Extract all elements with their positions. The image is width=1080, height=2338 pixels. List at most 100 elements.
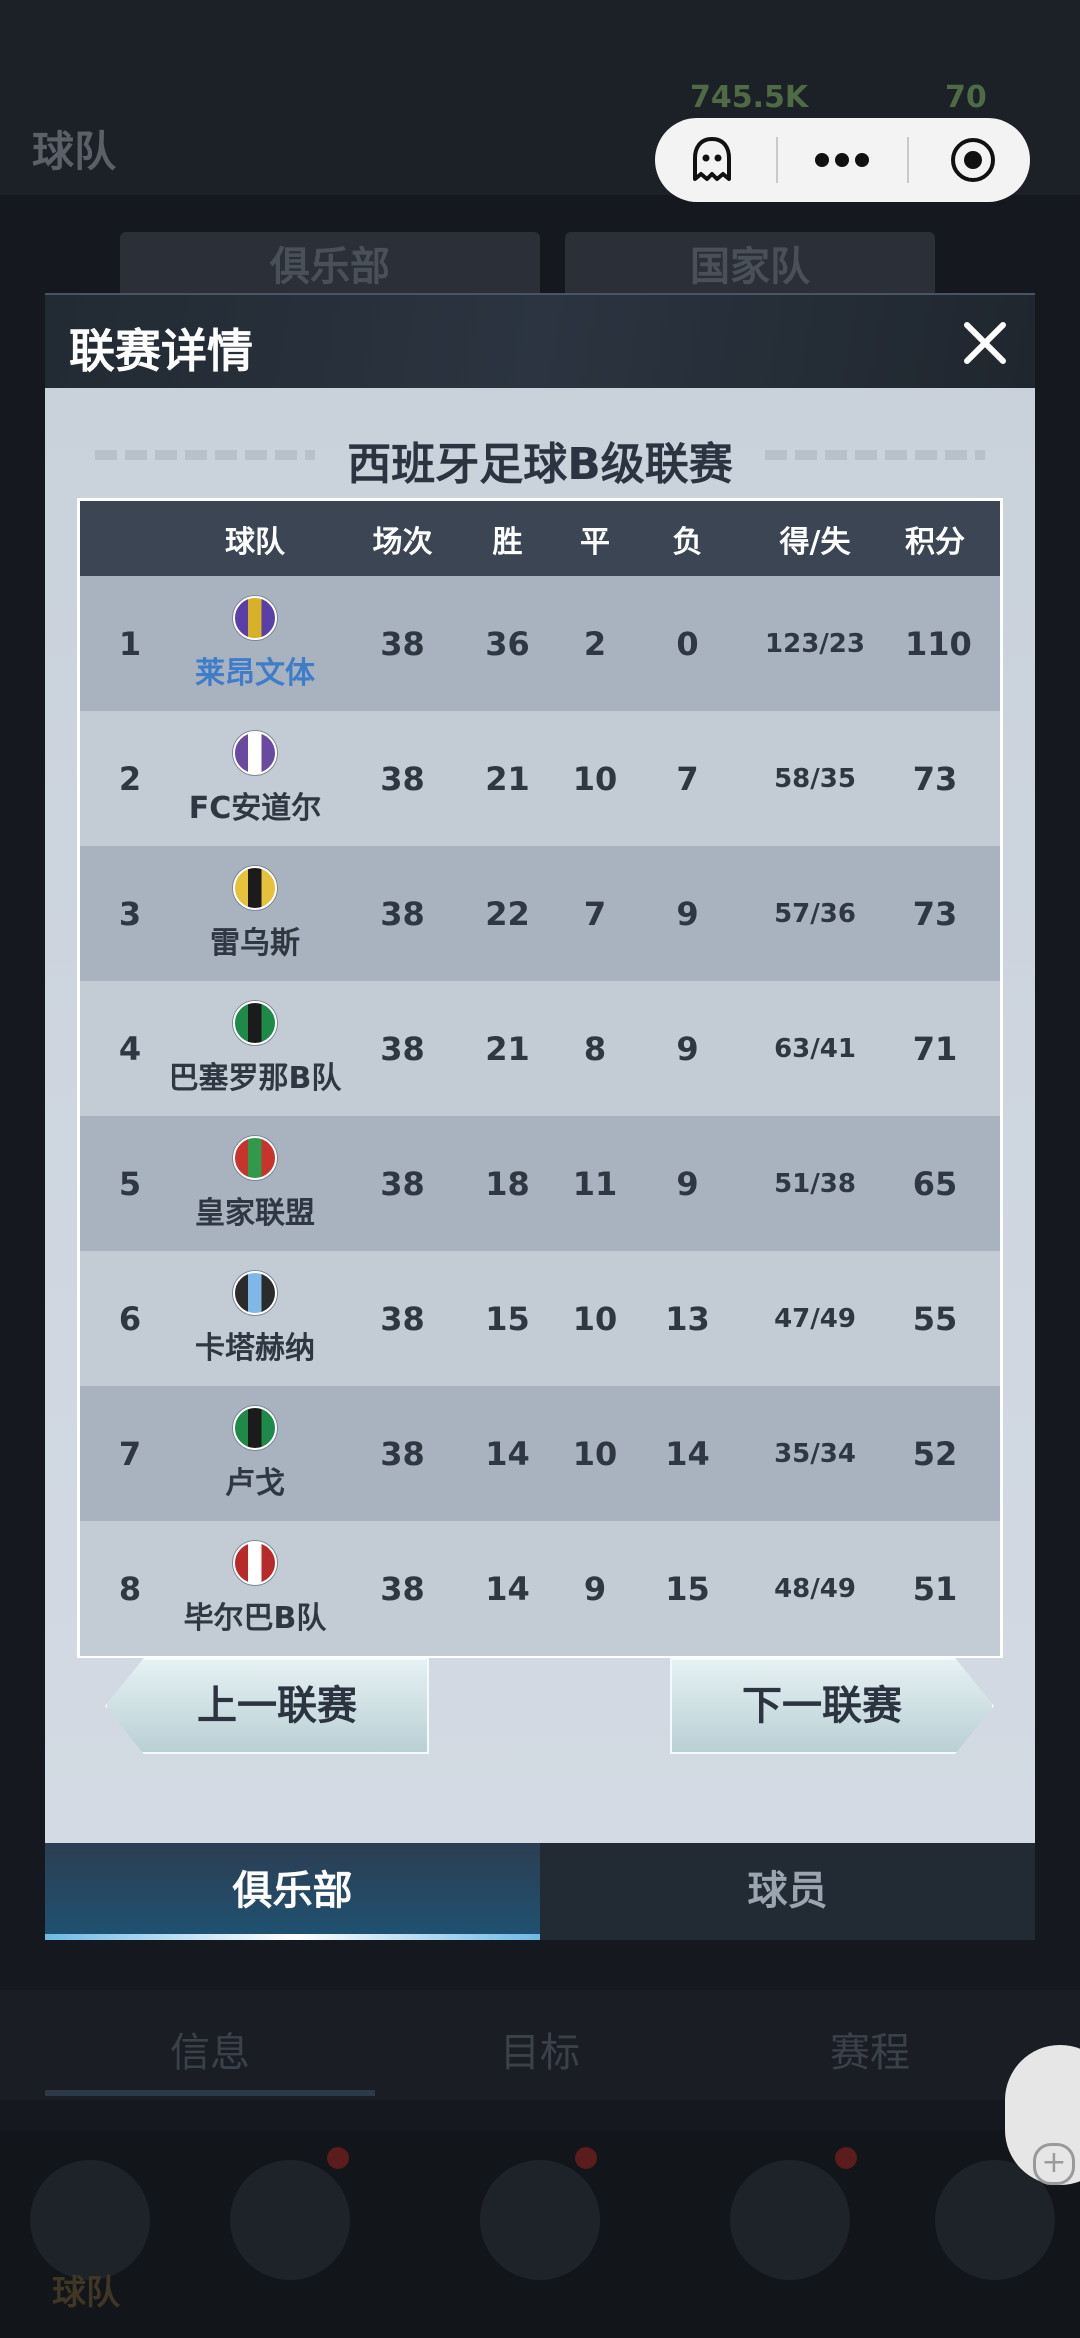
table-row[interactable]: 7 卢戈 38 14 10 14 35/34 52 [80, 1386, 1000, 1521]
drawn: 10 [572, 759, 618, 798]
played: 38 [380, 894, 425, 933]
drawn: 10 [572, 1434, 618, 1473]
lost: 9 [676, 1029, 699, 1068]
rank: 8 [118, 1569, 142, 1608]
rank: 4 [118, 1029, 142, 1068]
drawn: 11 [572, 1164, 618, 1203]
coin-balance: 745.5K [690, 80, 809, 115]
miniprogram-capsule [655, 118, 1030, 202]
drawn: 9 [583, 1569, 607, 1608]
close-miniprogram-button[interactable] [923, 118, 1023, 202]
played: 38 [380, 624, 425, 663]
team-crest-icon [233, 1000, 277, 1045]
goals: 51/38 [774, 1168, 856, 1199]
team-crest-icon [233, 730, 277, 775]
header-won: 胜 [492, 524, 523, 560]
lost: 13 [665, 1299, 710, 1338]
capsule-divider [906, 137, 909, 183]
lost: 0 [676, 624, 699, 663]
won: 21 [485, 759, 530, 798]
table-row[interactable]: 1 莱昂文体 38 36 2 0 123/23 110 [80, 576, 1000, 711]
tab-club[interactable]: 俱乐部 [45, 1843, 540, 1940]
notification-dot [835, 2147, 857, 2169]
table-row[interactable]: 2 FC安道尔 38 21 10 7 58/35 73 [80, 711, 1000, 846]
won: 14 [485, 1434, 530, 1473]
rank: 7 [118, 1434, 142, 1473]
ghost-button[interactable] [662, 118, 762, 202]
team-name: 皇家联盟 [195, 1195, 315, 1231]
team-crest-icon [233, 1405, 277, 1450]
team-nav-icon [30, 2160, 150, 2280]
modal-header: 联赛详情 [45, 293, 1035, 390]
won: 36 [485, 624, 530, 663]
table-row[interactable]: 6 卡塔赫纳 38 15 10 13 47/49 55 [80, 1251, 1000, 1386]
modal-title: 联赛详情 [69, 324, 253, 378]
goals: 57/36 [774, 898, 856, 929]
floating-add-button[interactable]: + [1005, 2045, 1080, 2185]
header-points: 积分 [905, 524, 965, 560]
tab-club-label: 俱乐部 [232, 1868, 353, 1914]
lost: 14 [665, 1434, 710, 1473]
team-crest-icon [233, 1540, 277, 1585]
team-crest-icon [233, 865, 277, 910]
table-row[interactable]: 8 毕尔巴B队 38 14 9 15 48/49 51 [80, 1521, 1000, 1656]
team-name: 莱昂文体 [195, 655, 315, 691]
points: 73 [912, 894, 958, 933]
points: 55 [912, 1299, 958, 1338]
modal-body: 西班牙足球B级联赛 球队 场次 胜 平 负 得/失 积分 1 莱昂文体 38 3… [45, 388, 1035, 1843]
table-row[interactable]: 5 皇家联盟 38 18 11 9 51/38 65 [80, 1116, 1000, 1251]
more-dots-icon [815, 153, 870, 167]
close-icon [964, 322, 1006, 364]
goals: 123/23 [765, 628, 865, 659]
title-decoration-right [765, 450, 985, 460]
notification-dot [327, 2147, 349, 2169]
ghost-icon [693, 137, 732, 181]
team-name: 巴塞罗那B队 [168, 1060, 342, 1096]
team-crest-icon [233, 1270, 277, 1315]
points: 51 [912, 1569, 958, 1608]
team-name: FC安道尔 [188, 790, 322, 826]
rank: 5 [118, 1164, 142, 1203]
goals: 58/35 [774, 763, 856, 794]
header-team: 球队 [225, 524, 285, 560]
header-goals: 得/失 [779, 524, 851, 560]
header-played: 场次 [372, 524, 433, 560]
next-league-button[interactable]: 下一联赛 [670, 1658, 994, 1754]
goals: 48/49 [774, 1573, 856, 1604]
modal-tabs: 俱乐部 球员 [45, 1843, 1035, 1940]
league-name: 西班牙足球B级联赛 [347, 439, 733, 490]
rank: 6 [118, 1299, 142, 1338]
gem-balance: 70 [945, 80, 987, 115]
tab-players[interactable]: 球员 [540, 1843, 1035, 1940]
plus-icon: + [1033, 2143, 1075, 2185]
points: 52 [912, 1434, 958, 1473]
lost: 7 [676, 759, 699, 798]
active-tab-indicator [45, 1934, 540, 1940]
team-name: 卢戈 [225, 1465, 285, 1501]
played: 38 [380, 1569, 425, 1608]
close-button[interactable] [955, 313, 1015, 373]
nav-label-team: 球队 [52, 2273, 120, 2313]
tab-schedule: 赛程 [830, 2030, 910, 2076]
lost: 15 [665, 1569, 710, 1608]
header-drawn: 平 [580, 524, 610, 560]
won: 21 [485, 1029, 530, 1068]
table-row[interactable]: 4 巴塞罗那B队 38 21 8 9 63/41 71 [80, 981, 1000, 1116]
lost: 9 [676, 894, 699, 933]
played: 38 [380, 759, 425, 798]
notification-dot [575, 2147, 597, 2169]
won: 15 [485, 1299, 530, 1338]
points: 110 [905, 624, 972, 663]
goals: 47/49 [774, 1303, 856, 1334]
prev-league-button[interactable]: 上一联赛 [105, 1658, 429, 1754]
played: 38 [380, 1434, 425, 1473]
played: 38 [380, 1164, 425, 1203]
team-name: 毕尔巴B队 [183, 1600, 327, 1636]
won: 18 [485, 1164, 530, 1203]
record-icon [950, 138, 995, 182]
won: 14 [485, 1569, 530, 1608]
drawn: 8 [583, 1029, 607, 1068]
standings-table: 球队 场次 胜 平 负 得/失 积分 1 莱昂文体 38 36 2 0 123/… [77, 498, 1003, 1658]
table-row[interactable]: 3 雷乌斯 38 22 7 9 57/36 73 [80, 846, 1000, 981]
more-button[interactable] [792, 118, 892, 202]
